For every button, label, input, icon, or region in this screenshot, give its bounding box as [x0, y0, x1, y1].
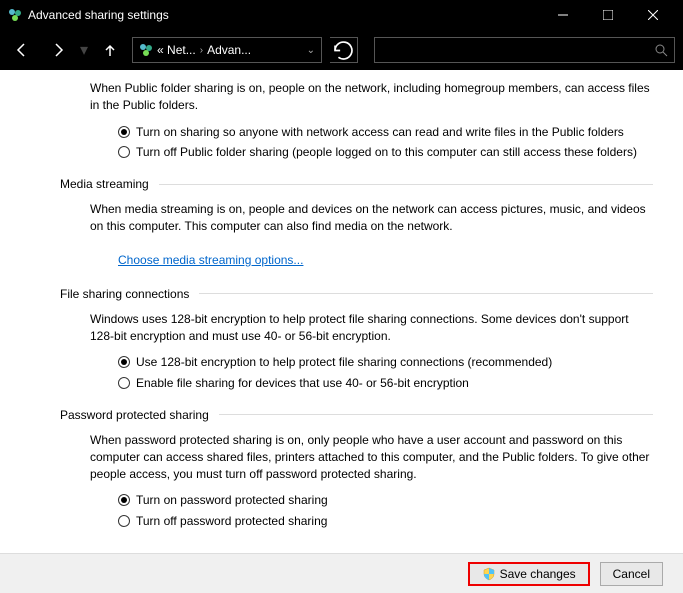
chevron-right-icon: › — [200, 45, 203, 56]
maximize-button[interactable] — [585, 0, 630, 30]
button-label: Cancel — [613, 567, 650, 581]
titlebar: Advanced sharing settings — [0, 0, 683, 30]
footer: Save changes Cancel — [0, 553, 683, 593]
search-input[interactable] — [374, 37, 675, 63]
network-icon — [139, 43, 153, 57]
public-sharing-off-radio[interactable]: Turn off Public folder sharing (people l… — [118, 144, 653, 161]
nav-separator: ▾ — [80, 40, 88, 60]
password-sharing-header: Password protected sharing — [60, 408, 209, 422]
chevron-down-icon[interactable]: ⌄ — [307, 45, 315, 56]
file-sharing-header: File sharing connections — [60, 287, 189, 301]
public-sharing-on-radio[interactable]: Turn on sharing so anyone with network a… — [118, 124, 653, 141]
button-label: Save changes — [500, 567, 576, 581]
close-button[interactable] — [630, 0, 675, 30]
navbar: ▾ « Net... › Advan... ⌄ — [0, 30, 683, 70]
media-streaming-header: Media streaming — [60, 177, 149, 191]
breadcrumb-part[interactable]: Advan... — [207, 43, 251, 57]
radio-icon — [118, 146, 130, 158]
password-sharing-intro: When password protected sharing is on, o… — [60, 432, 653, 482]
network-icon — [8, 8, 22, 22]
divider — [219, 414, 653, 415]
cancel-button[interactable]: Cancel — [600, 562, 663, 586]
search-icon — [654, 43, 668, 57]
minimize-button[interactable] — [540, 0, 585, 30]
media-streaming-intro: When media streaming is on, people and d… — [60, 201, 653, 235]
address-bar[interactable]: « Net... › Advan... ⌄ — [132, 37, 322, 63]
refresh-button[interactable] — [330, 37, 358, 63]
radio-icon — [118, 515, 130, 527]
radio-label: Turn on password protected sharing — [136, 492, 328, 509]
radio-label: Turn off Public folder sharing (people l… — [136, 144, 637, 161]
radio-label: Turn off password protected sharing — [136, 513, 327, 530]
encryption-128-radio[interactable]: Use 128-bit encryption to help protect f… — [118, 354, 653, 371]
radio-icon — [118, 377, 130, 389]
radio-label: Turn on sharing so anyone with network a… — [136, 124, 624, 141]
password-off-radio[interactable]: Turn off password protected sharing — [118, 513, 653, 530]
encryption-40-radio[interactable]: Enable file sharing for devices that use… — [118, 375, 653, 392]
media-streaming-link[interactable]: Choose media streaming options... — [118, 253, 303, 267]
up-button[interactable] — [96, 36, 124, 64]
forward-button[interactable] — [44, 36, 72, 64]
divider — [199, 293, 653, 294]
window-title: Advanced sharing settings — [28, 8, 540, 22]
radio-icon — [118, 126, 130, 138]
back-button[interactable] — [8, 36, 36, 64]
public-folder-intro: When Public folder sharing is on, people… — [60, 80, 653, 114]
breadcrumb-part[interactable]: « Net... — [157, 43, 196, 57]
radio-label: Use 128-bit encryption to help protect f… — [136, 354, 552, 371]
save-changes-button[interactable]: Save changes — [468, 562, 590, 586]
radio-icon — [118, 356, 130, 368]
radio-icon — [118, 494, 130, 506]
divider — [159, 184, 653, 185]
radio-label: Enable file sharing for devices that use… — [136, 375, 469, 392]
password-on-radio[interactable]: Turn on password protected sharing — [118, 492, 653, 509]
shield-icon — [482, 567, 496, 581]
content-area: When Public folder sharing is on, people… — [0, 70, 683, 553]
file-sharing-intro: Windows uses 128-bit encryption to help … — [60, 311, 653, 345]
